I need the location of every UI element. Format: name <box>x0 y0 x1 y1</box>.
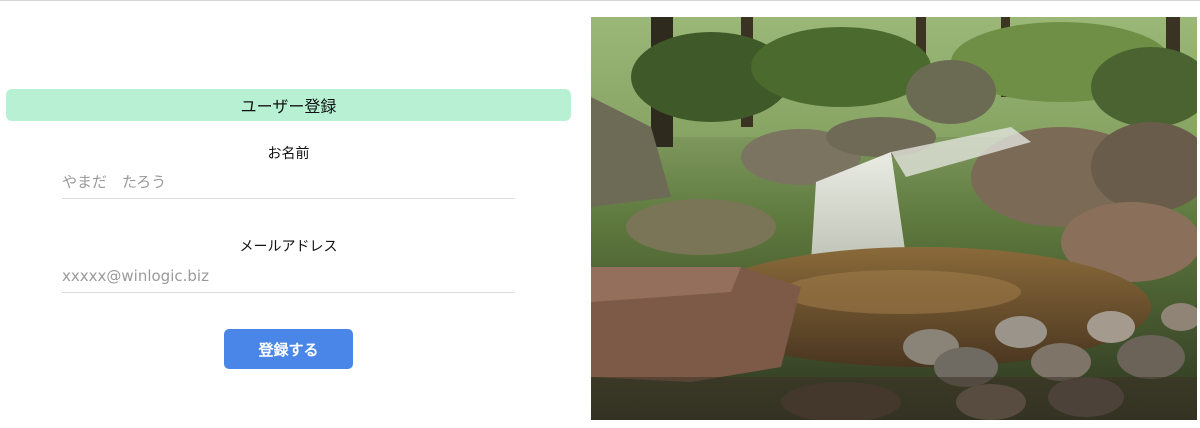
register-button[interactable]: 登録する <box>224 329 353 369</box>
email-input[interactable] <box>62 260 515 293</box>
registration-form: ユーザー登録 お名前 メールアドレス 登録する <box>0 0 580 428</box>
email-label: メールアドレス <box>239 239 338 255</box>
form-title: ユーザー登録 <box>6 89 571 121</box>
waterfall-photo <box>591 17 1197 420</box>
name-label: お名前 <box>267 146 310 162</box>
name-input[interactable] <box>62 166 515 199</box>
